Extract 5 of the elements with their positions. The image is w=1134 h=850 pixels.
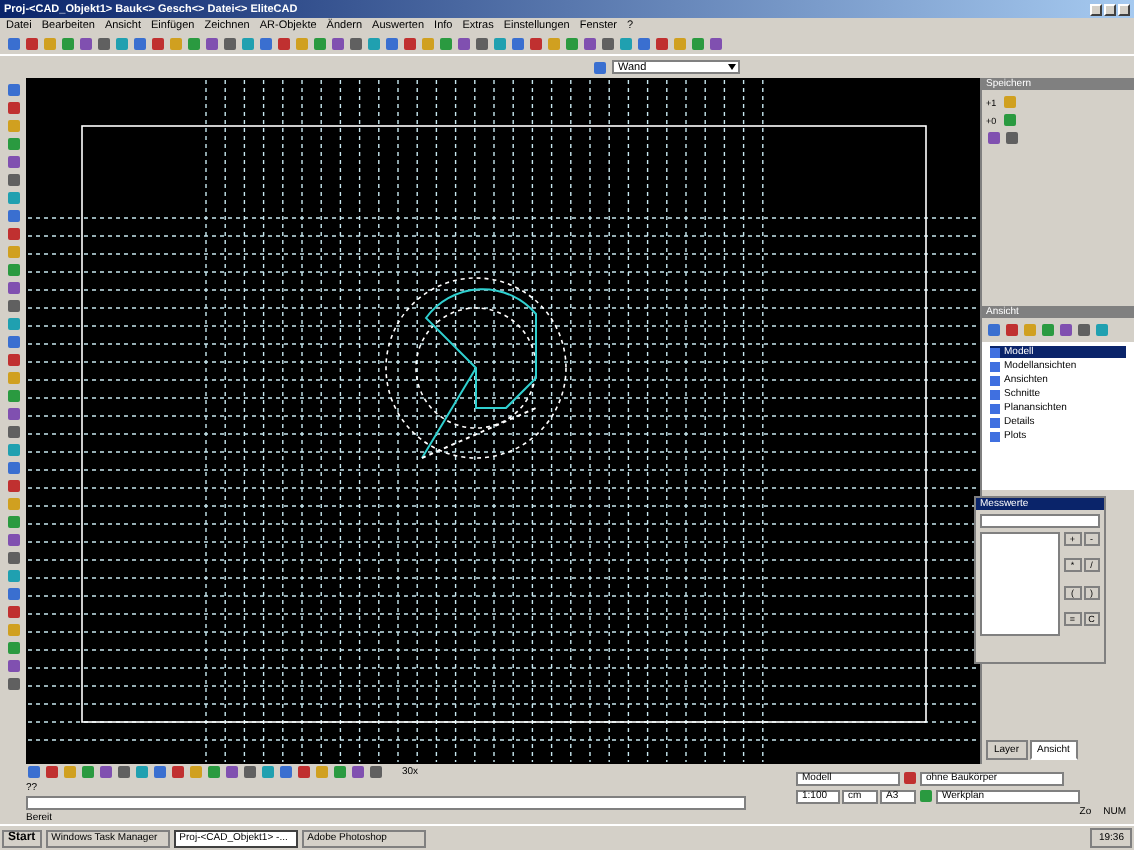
drawing-canvas[interactable]	[26, 78, 980, 764]
dropdown-arrow-icon	[728, 64, 736, 70]
value-field[interactable]	[980, 514, 1100, 528]
measure-list[interactable]	[980, 532, 1060, 636]
command-input[interactable]	[26, 796, 746, 810]
